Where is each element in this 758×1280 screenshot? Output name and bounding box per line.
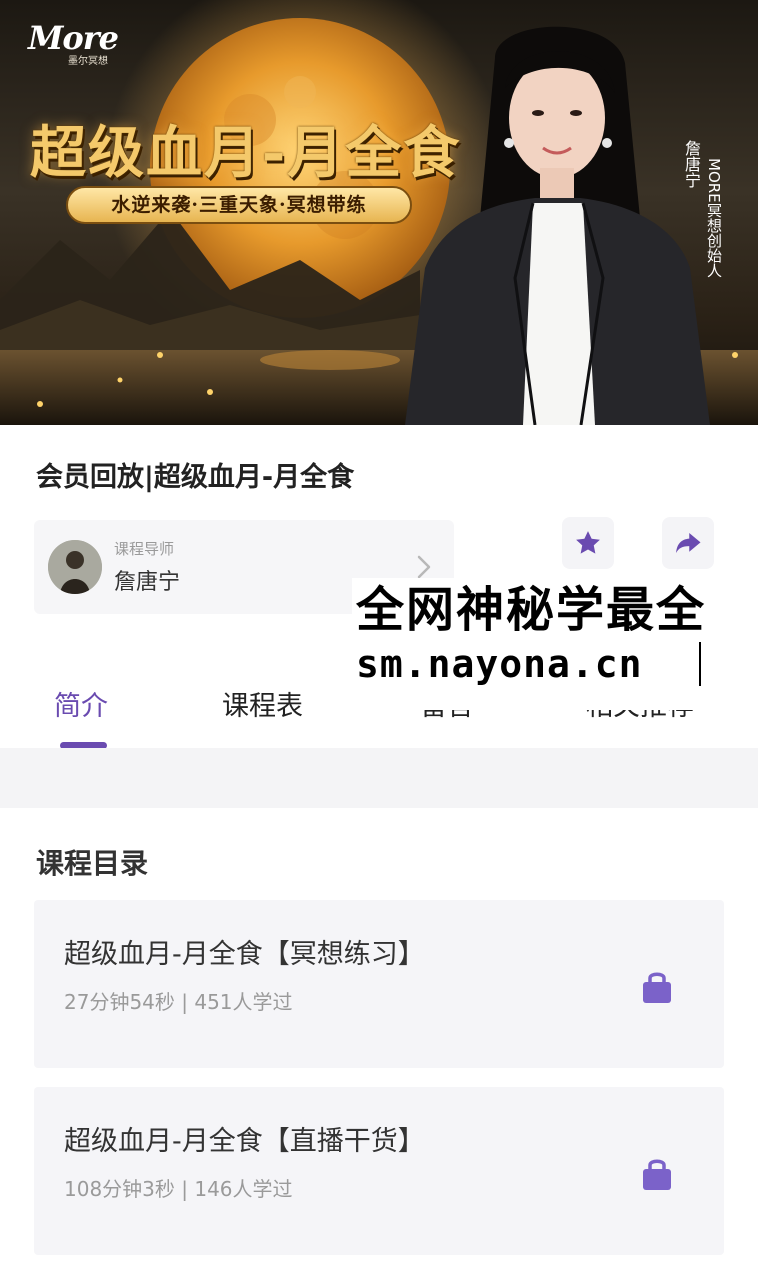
lesson-title: 超级血月-月全食【冥想练习】 xyxy=(64,939,425,970)
course-banner: More 墨尔冥想 超级血月-月全食 水逆来袭·三重天象·冥想带练 詹唐宁 MO… xyxy=(0,0,758,425)
lesson-item[interactable]: 超级血月-月全食【冥想练习】 27分钟54秒 | 451人学过 xyxy=(34,900,724,1068)
avatar xyxy=(48,540,102,594)
brand-subtitle: 墨尔冥想 xyxy=(68,56,108,67)
lock-icon xyxy=(643,972,671,1003)
presenter-title: MORE冥想创始人 xyxy=(705,158,723,278)
brand-logo: More 墨尔冥想 xyxy=(28,19,119,67)
chevron-right-icon xyxy=(417,555,431,579)
text-cursor xyxy=(699,642,701,686)
tab-intro[interactable]: 简介 xyxy=(54,684,108,723)
tab-comments[interactable]: 留言 xyxy=(420,710,474,723)
tab-schedule[interactable]: 课程表 xyxy=(222,684,303,723)
presenter-photo xyxy=(405,26,710,425)
star-icon xyxy=(576,531,600,554)
watermark-line1: 全网神秘学最全 xyxy=(356,582,707,638)
share-button[interactable] xyxy=(662,517,714,569)
section-divider xyxy=(0,748,758,808)
course-title: 会员回放|超级血月-月全食 xyxy=(36,462,355,493)
lesson-item[interactable]: 超级血月-月全食【直播干货】 108分钟3秒 | 146人学过 xyxy=(34,1087,724,1255)
favorite-button[interactable] xyxy=(562,517,614,569)
watermark-line2: sm.nayona.cn xyxy=(356,642,643,686)
brand-name: More xyxy=(28,19,119,57)
share-icon xyxy=(676,533,701,553)
tab-recommendations[interactable]: 相关推荐 xyxy=(586,710,694,723)
lock-icon xyxy=(643,1159,671,1190)
teacher-name: 詹唐宁 xyxy=(114,570,181,595)
teacher-label: 课程导师 xyxy=(114,540,175,558)
catalog-title: 课程目录 xyxy=(36,847,149,880)
lesson-title: 超级血月-月全食【直播干货】 xyxy=(64,1126,425,1157)
presenter-name: 詹唐宁 xyxy=(682,140,701,188)
lesson-meta: 27分钟54秒 | 451人学过 xyxy=(64,990,293,1014)
lesson-meta: 108分钟3秒 | 146人学过 xyxy=(64,1177,293,1201)
banner-tagline: 水逆来袭·三重天象·冥想带练 xyxy=(66,186,412,224)
watermark-overlay: 全网神秘学最全 sm.nayona.cn xyxy=(352,578,758,688)
